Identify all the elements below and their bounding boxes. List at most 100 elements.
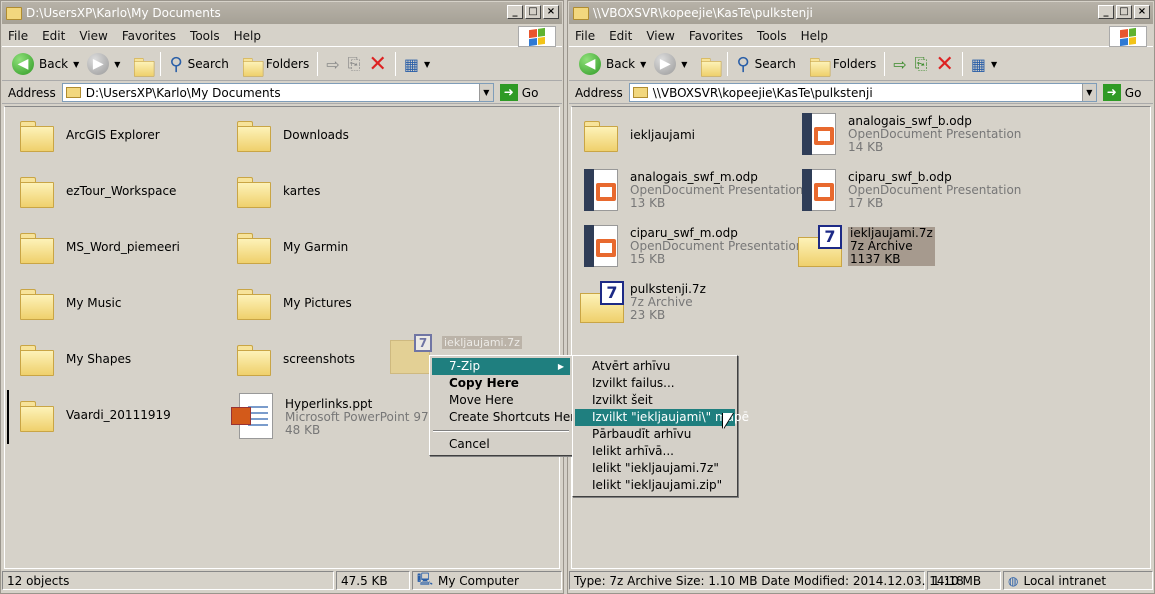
- submenu-extract-here[interactable]: Izvilkt šeit: [575, 392, 735, 409]
- list-item[interactable]: iekljaujami: [582, 119, 695, 152]
- menu-item-cancel[interactable]: Cancel: [432, 436, 570, 453]
- submenu-add-to-7z[interactable]: Ielikt "iekljaujami.7z": [575, 460, 735, 477]
- list-item[interactable]: My Garmin: [235, 231, 348, 264]
- file-type: 7z Archive: [850, 238, 913, 253]
- close-button[interactable]: ×: [543, 5, 559, 19]
- list-item[interactable]: Vaardi_20111919: [18, 399, 171, 432]
- menu-file[interactable]: File: [575, 29, 595, 43]
- chevron-down-icon[interactable]: ▼: [114, 60, 120, 69]
- list-item[interactable]: ezTour_Workspace: [18, 175, 176, 208]
- chevron-down-icon[interactable]: ▼: [478, 84, 493, 101]
- submenu-add-to-archive[interactable]: Ielikt arhīvā...: [575, 443, 735, 460]
- menu-edit[interactable]: Edit: [42, 29, 65, 43]
- list-item[interactable]: MS_Word_piemeeri: [18, 231, 180, 264]
- list-item[interactable]: analogais_swf_m.odp OpenDocument Present…: [580, 167, 803, 213]
- go-button[interactable]: ➜ Go: [499, 84, 538, 101]
- menu-favorites[interactable]: Favorites: [689, 29, 743, 43]
- title-bar[interactable]: \\VBOXSVR\kopeejie\KasTe\pulkstenji _ □ …: [569, 2, 1153, 24]
- menu-item-7zip[interactable]: 7-Zip ▶: [432, 358, 570, 375]
- copy-to-icon: ⎘: [347, 54, 361, 73]
- menu-view[interactable]: View: [646, 29, 674, 43]
- move-to-button[interactable]: ⇨: [889, 50, 910, 78]
- submenu-add-to-zip[interactable]: Ielikt "iekljaujami.zip": [575, 477, 735, 494]
- delete-button[interactable]: ✕: [931, 50, 957, 78]
- copy-to-button[interactable]: ⎘: [344, 50, 365, 78]
- address-field[interactable]: D:\UsersXP\Karlo\My Documents ▼: [61, 83, 494, 102]
- go-button[interactable]: ➜ Go: [1102, 84, 1141, 101]
- folder-icon: [573, 6, 589, 20]
- list-item[interactable]: 7 pulkstenji.7z 7z Archive 23 KB: [580, 279, 706, 325]
- submenu-open-archive[interactable]: Atvērt arhīvu: [575, 358, 735, 375]
- folder-icon: [235, 343, 271, 376]
- menu-tools[interactable]: Tools: [190, 29, 220, 43]
- chevron-down-icon[interactable]: ▼: [1081, 84, 1096, 101]
- list-item[interactable]: My Music: [18, 287, 121, 320]
- odp-file-icon: [580, 223, 626, 269]
- chevron-down-icon[interactable]: ▼: [73, 60, 79, 69]
- forward-arrow-icon: ▶: [654, 53, 677, 75]
- submenu-extract-files[interactable]: Izvilkt failus...: [575, 375, 735, 392]
- menu-tools[interactable]: Tools: [757, 29, 787, 43]
- minimize-button[interactable]: _: [507, 5, 523, 19]
- address-value: D:\UsersXP\Karlo\My Documents: [85, 85, 281, 100]
- menu-help[interactable]: Help: [234, 29, 261, 43]
- file-type: 7z Archive: [630, 294, 693, 309]
- file-type: OpenDocument Presentation: [848, 182, 1022, 197]
- list-item[interactable]: kartes: [235, 175, 320, 208]
- menu-favorites[interactable]: Favorites: [122, 29, 176, 43]
- delete-button[interactable]: ✕: [364, 50, 390, 78]
- menu-help[interactable]: Help: [801, 29, 828, 43]
- list-item[interactable]: ciparu_swf_b.odp OpenDocument Presentati…: [798, 167, 1021, 213]
- list-item[interactable]: ArcGIS Explorer: [18, 119, 160, 152]
- list-item[interactable]: Downloads: [235, 119, 349, 152]
- list-item-selected[interactable]: 7 iekljaujami.7z 7z Archive 1137 KB: [798, 223, 935, 269]
- up-folder-button[interactable]: [691, 50, 723, 78]
- list-item[interactable]: ciparu_swf_m.odp OpenDocument Presentati…: [580, 223, 803, 269]
- minimize-button[interactable]: _: [1098, 5, 1114, 19]
- maximize-button[interactable]: □: [1116, 5, 1132, 19]
- submenu-extract-to-folder[interactable]: Izvilkt "iekljaujami\" mapē: [575, 409, 749, 426]
- status-size: 47.5 KB: [336, 571, 410, 590]
- menu-edit[interactable]: Edit: [609, 29, 632, 43]
- maximize-button[interactable]: □: [525, 5, 541, 19]
- submenu-test-archive[interactable]: Pārbaudīt arhīvu: [575, 426, 735, 443]
- list-item[interactable]: My Pictures: [235, 287, 352, 320]
- up-folder-button[interactable]: [124, 50, 156, 78]
- chevron-down-icon[interactable]: ▼: [681, 60, 687, 69]
- chevron-down-icon[interactable]: ▼: [640, 60, 646, 69]
- menu-item-create-shortcuts[interactable]: Create Shortcuts Here: [432, 409, 582, 426]
- folders-label: Folders: [832, 57, 877, 71]
- file-list[interactable]: iekljaujami analogais_swf_b.odp OpenDocu…: [571, 106, 1151, 569]
- menu-file[interactable]: File: [8, 29, 28, 43]
- address-field[interactable]: \\VBOXSVR\kopeejie\KasTe\pulkstenji ▼: [628, 83, 1097, 102]
- forward-button[interactable]: ▶ ▼: [650, 50, 691, 78]
- views-button[interactable]: ▦ ▼: [967, 50, 1001, 78]
- status-bar: Type: 7z Archive Size: 1.10 MB Date Modi…: [569, 571, 1153, 592]
- list-item[interactable]: My Shapes: [18, 343, 131, 376]
- move-to-button[interactable]: ⇨: [322, 50, 343, 78]
- forward-button[interactable]: ▶ ▼: [83, 50, 124, 78]
- list-item[interactable]: analogais_swf_b.odp OpenDocument Present…: [798, 111, 1021, 157]
- views-button[interactable]: ▦ ▼: [400, 50, 434, 78]
- folder-icon: [18, 399, 54, 432]
- title-bar[interactable]: D:\UsersXP\Karlo\My Documents _ □ ×: [2, 2, 562, 24]
- close-button[interactable]: ×: [1134, 5, 1150, 19]
- menu-item-copy-here[interactable]: Copy Here: [432, 375, 570, 392]
- window-title: D:\UsersXP\Karlo\My Documents: [26, 6, 221, 20]
- menu-item-move-here[interactable]: Move Here: [432, 392, 570, 409]
- list-item[interactable]: screenshots: [235, 343, 355, 376]
- address-bar: Address \\VBOXSVR\kopeejie\KasTe\pulkste…: [569, 82, 1153, 104]
- folders-button[interactable]: Folders: [800, 50, 880, 78]
- search-button[interactable]: ⚲ Search: [165, 50, 232, 78]
- search-button[interactable]: ⚲ Search: [732, 50, 799, 78]
- back-arrow-icon: ◀: [12, 53, 34, 75]
- folders-icon: [242, 57, 264, 77]
- back-button[interactable]: ◀ Back ▼: [575, 50, 650, 78]
- folders-button[interactable]: Folders: [233, 50, 313, 78]
- file-name: iekljaujami.7z: [850, 225, 933, 240]
- copy-to-button[interactable]: ⎘: [911, 50, 932, 78]
- move-to-icon: ⇨: [893, 54, 907, 74]
- back-button[interactable]: ◀ Back ▼: [8, 50, 83, 78]
- folder-icon: [632, 87, 648, 98]
- menu-view[interactable]: View: [79, 29, 107, 43]
